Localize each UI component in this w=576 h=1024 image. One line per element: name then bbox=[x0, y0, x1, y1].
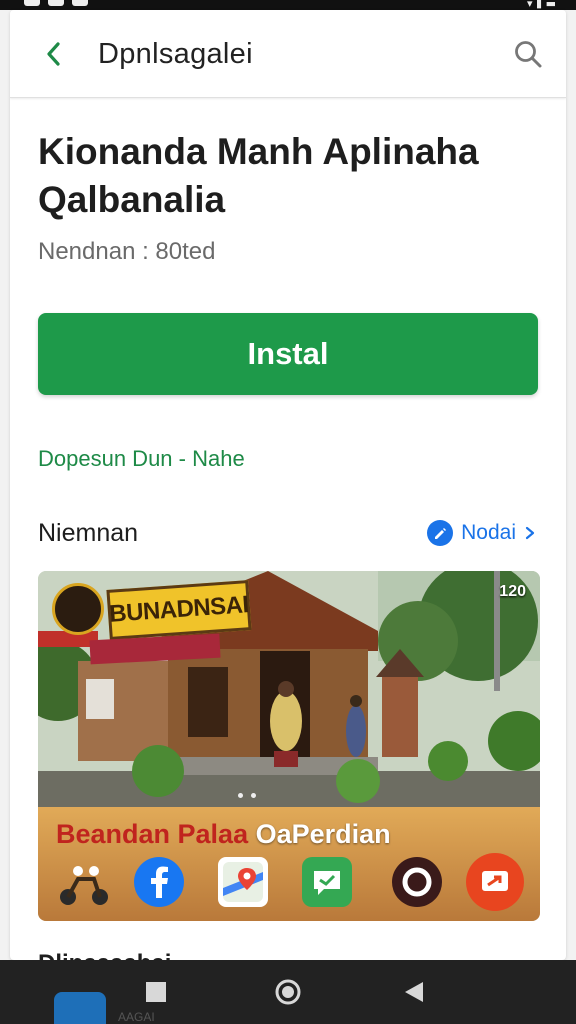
chevron-right-icon bbox=[525, 526, 535, 540]
status-icons-right: ▾ ▮ ▬ bbox=[527, 0, 556, 10]
app-bar-title: Dpnlsagalei bbox=[98, 38, 253, 70]
triangle-back-icon bbox=[405, 982, 423, 1002]
app-meta: Nendnan : 80ted bbox=[38, 238, 216, 265]
circle-icon bbox=[275, 979, 301, 1005]
banner-icons bbox=[54, 853, 526, 913]
app-shortcut-label: AAGAI bbox=[118, 1010, 155, 1024]
chat-icon bbox=[302, 857, 352, 907]
status-bar: ▾ ▮ ▬ bbox=[0, 0, 576, 10]
navigation-bar: AAGAI bbox=[0, 960, 576, 1024]
pager-dot bbox=[251, 793, 256, 798]
install-button[interactable]: Instal bbox=[38, 313, 538, 395]
screenshot-logo bbox=[52, 583, 104, 635]
screenshots-more-link[interactable]: Nodai bbox=[427, 520, 536, 546]
pencil-icon bbox=[427, 520, 454, 546]
back-nav-button[interactable] bbox=[396, 974, 432, 1010]
banner-text: Beandan Palaa OaPerdian bbox=[56, 819, 391, 850]
square-icon bbox=[146, 982, 166, 1002]
slides-icon bbox=[466, 853, 524, 911]
app-name: Kionanda Manh Aplinaha Qalbanalia bbox=[38, 131, 479, 220]
app-bar: Dpnlsagalei bbox=[10, 10, 566, 98]
facebook-icon bbox=[134, 857, 184, 907]
screenshot-badge: 120 bbox=[499, 583, 526, 600]
back-button[interactable] bbox=[34, 34, 74, 74]
pager-dot bbox=[238, 793, 243, 798]
search-icon bbox=[515, 41, 542, 68]
notification-icon bbox=[24, 0, 40, 6]
screenshot-banner: Beandan Palaa OaPerdian bbox=[38, 807, 540, 921]
app-details-card: Dpnlsagalei Kionanda Manh Aplinaha Qalba… bbox=[10, 10, 566, 960]
maps-icon bbox=[218, 857, 268, 907]
app-screenshot[interactable]: BUNADNSAI 120 Beandan Palaa OaPerdian bbox=[38, 571, 540, 921]
status-icons-left bbox=[24, 0, 88, 6]
next-section-title: Dlinaaaahai bbox=[38, 950, 171, 960]
music-icon bbox=[392, 857, 442, 907]
notification-icon bbox=[48, 0, 64, 6]
scooter-icon bbox=[60, 866, 108, 905]
app-shortcut-icon[interactable] bbox=[54, 992, 106, 1024]
banner-text-white: OaPerdian bbox=[255, 819, 391, 849]
notification-icon bbox=[72, 0, 88, 6]
screenshot-pager-dots bbox=[238, 793, 256, 798]
recents-button[interactable] bbox=[138, 974, 174, 1010]
screenshots-section-title: Niemnan bbox=[38, 519, 139, 547]
chevron-left-icon bbox=[47, 42, 60, 66]
screenshots-more-label: Nodai bbox=[461, 521, 516, 544]
home-button[interactable] bbox=[270, 974, 306, 1010]
screenshot-sign: BUNADNSAI bbox=[106, 580, 252, 640]
developer-link[interactable]: Dopesun Dun - Nahe bbox=[38, 446, 245, 472]
banner-text-red: Beandan Palaa bbox=[56, 819, 256, 849]
search-button[interactable] bbox=[508, 34, 548, 74]
